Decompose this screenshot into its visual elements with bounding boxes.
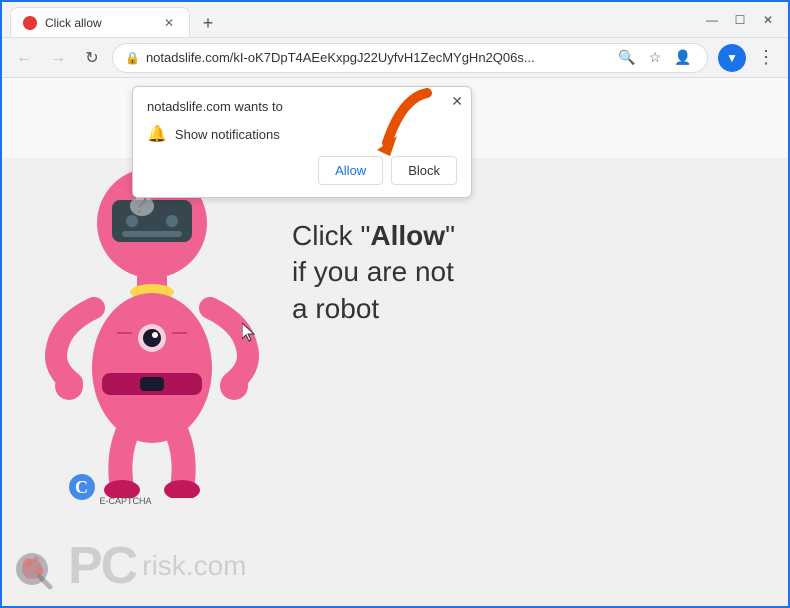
instruction-prefix: Click " xyxy=(292,220,370,251)
instruction-line1: Click "Allow" xyxy=(292,218,455,254)
search-icon[interactable]: 🔍 xyxy=(615,46,639,70)
instruction-line3: a robot xyxy=(292,291,455,327)
tab-title: Click allow xyxy=(45,16,153,30)
popup-show-text: Show notifications xyxy=(175,127,280,142)
svg-text:C: C xyxy=(75,477,88,497)
instruction-line2: if you are not xyxy=(292,254,455,290)
pcrisk-watermark: PC risk.com xyxy=(2,516,788,606)
mouse-cursor xyxy=(242,323,258,343)
instruction-allow-word: Allow xyxy=(370,220,445,251)
bell-icon: 🔔 xyxy=(147,124,167,144)
profile-icon[interactable]: 👤 xyxy=(671,46,695,70)
active-tab[interactable]: Click allow ✕ xyxy=(10,7,190,37)
pcrisk-com-text: risk.com xyxy=(142,550,246,582)
url-action-icons: 🔍 ☆ 👤 xyxy=(615,46,695,70)
lock-icon: 🔒 xyxy=(125,51,140,65)
pcrisk-logo: PC risk.com xyxy=(12,536,246,596)
maximize-button[interactable]: ☐ xyxy=(728,8,752,32)
ecaptcha-label: C E-CAPTCHA xyxy=(67,472,152,506)
chrome-dropdown-button[interactable]: ▼ xyxy=(718,44,746,72)
pcrisk-pc-text: PC xyxy=(68,536,136,596)
minimize-button[interactable]: — xyxy=(700,8,724,32)
pcrisk-icon xyxy=(12,541,62,591)
refresh-button[interactable]: ↻ xyxy=(78,44,106,72)
close-button[interactable]: ✕ xyxy=(756,8,780,32)
more-options-button[interactable]: ⋮ xyxy=(752,44,780,72)
page-content: ✕ notadslife.com wants to 🔔 Show notific… xyxy=(2,78,788,606)
new-tab-button[interactable]: + xyxy=(194,9,222,37)
browser-window: Click allow ✕ + — ☐ ✕ ← → ↻ 🔒 notadslife… xyxy=(0,0,790,608)
url-text: notadslife.com/kI-oK7DpT4AEeKxpgJ22UyfvH… xyxy=(146,50,609,65)
instruction-suffix: " xyxy=(445,220,455,251)
title-bar: Click allow ✕ + — ☐ ✕ xyxy=(2,2,788,38)
tab-area: Click allow ✕ + xyxy=(10,2,692,37)
bookmark-icon[interactable]: ☆ xyxy=(643,46,667,70)
back-button[interactable]: ← xyxy=(10,44,38,72)
popup-close-button[interactable]: ✕ xyxy=(451,93,463,110)
ecaptcha-text: E-CAPTCHA xyxy=(100,496,152,506)
orange-arrow xyxy=(372,88,442,173)
click-allow-instruction: Click "Allow" if you are not a robot xyxy=(292,218,455,327)
url-bar[interactable]: 🔒 notadslife.com/kI-oK7DpT4AEeKxpgJ22Uyf… xyxy=(112,43,708,73)
address-bar: ← → ↻ 🔒 notadslife.com/kI-oK7DpT4AEeKxpg… xyxy=(2,38,788,78)
window-controls: — ☐ ✕ xyxy=(700,8,780,32)
tab-favicon xyxy=(23,16,37,30)
forward-button[interactable]: → xyxy=(44,44,72,72)
tab-close-button[interactable]: ✕ xyxy=(161,15,177,31)
